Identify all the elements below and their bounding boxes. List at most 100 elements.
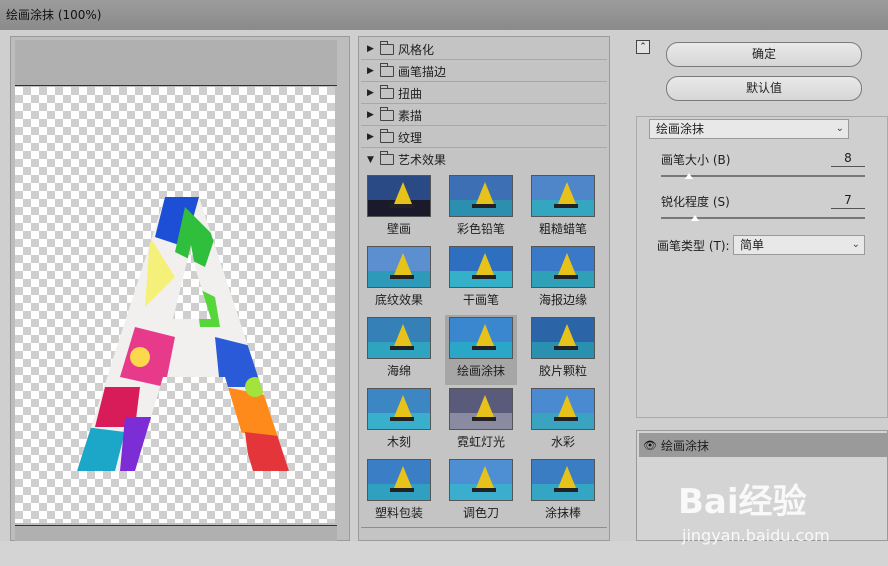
collapse-gallery-icon[interactable]: ⌃ — [636, 40, 650, 54]
filter-thumb[interactable]: 海报边缘 — [527, 244, 599, 314]
expand-triangle-icon: ▶ — [367, 110, 374, 120]
effect-layer-row[interactable]: 👁 绘画涂抹 — [639, 433, 887, 457]
category-label: 扭曲 — [398, 86, 423, 101]
folder-icon — [380, 62, 394, 77]
brush-size-value[interactable]: 8 — [831, 149, 865, 167]
folder-icon — [380, 84, 394, 99]
brush-size-slider-thumb[interactable] — [685, 173, 693, 179]
gallery-divider — [361, 527, 607, 528]
filter-preview-image — [367, 388, 431, 430]
letter-a-artwork — [77, 197, 289, 471]
effect-layer-label: 绘画涂抹 — [661, 438, 710, 453]
filter-options: 绘画涂抹 ⌄ 画笔大小 (B) 8 锐化程度 (S) 7 画笔类型 (T): 简… — [636, 116, 888, 418]
category-sketch[interactable]: ▶ 素描 — [361, 105, 607, 126]
category-distort[interactable]: ▶ 扭曲 — [361, 83, 607, 104]
sharpness-slider-thumb[interactable] — [691, 215, 699, 221]
filter-thumb[interactable]: 霓虹灯光 — [445, 386, 517, 456]
filter-thumb-label: 木刻 — [386, 435, 411, 449]
filter-thumb-label: 胶片颗粒 — [538, 364, 587, 378]
category-label: 纹理 — [398, 130, 423, 145]
filter-thumb[interactable]: 塑料包装 — [363, 457, 435, 527]
filter-select[interactable]: 绘画涂抹 ⌄ — [649, 119, 849, 139]
category-label: 素描 — [398, 108, 423, 123]
filter-thumb-label: 干画笔 — [462, 293, 499, 307]
filter-preview-image — [531, 246, 595, 288]
filter-gallery: ▶ 风格化 ▶ 画笔描边 ▶ 扭曲 ▶ 素描 ▶ 纹理 ▼ 艺术效果 壁画 彩色… — [358, 36, 610, 541]
collapse-triangle-icon: ▼ — [367, 154, 374, 165]
filter-thumb-label: 粗糙蜡笔 — [538, 222, 587, 236]
category-label: 艺术效果 — [398, 153, 447, 167]
default-button[interactable]: 默认值 — [666, 76, 862, 101]
filter-thumb[interactable]: 涂抹棒 — [527, 457, 599, 527]
filter-thumb[interactable]: 海绵 — [363, 315, 435, 385]
expand-triangle-icon: ▶ — [367, 44, 374, 54]
filter-preview-image — [531, 175, 595, 217]
category-label: 风格化 — [398, 42, 435, 57]
expand-triangle-icon: ▶ — [367, 66, 374, 76]
category-stylize[interactable]: ▶ 风格化 — [361, 39, 607, 60]
open-folder-icon — [380, 151, 394, 165]
sharpness-value[interactable]: 7 — [831, 191, 865, 209]
filter-preview-image — [449, 388, 513, 430]
filter-thumb-label: 海报边缘 — [538, 293, 587, 307]
filter-thumb[interactable]: 水彩 — [527, 386, 599, 456]
filter-thumb-label: 底纹效果 — [374, 293, 423, 307]
filter-thumb[interactable]: 底纹效果 — [363, 244, 435, 314]
filter-thumb[interactable]: 干画笔 — [445, 244, 517, 314]
filter-preview-image — [449, 246, 513, 288]
filter-thumb-label: 水彩 — [550, 435, 575, 449]
filter-thumb-label: 霓虹灯光 — [456, 435, 505, 449]
filter-select-value: 绘画涂抹 — [656, 122, 705, 136]
brush-type-label: 画笔类型 (T): — [657, 239, 730, 253]
filter-preview-image — [367, 246, 431, 288]
filter-preview-image — [531, 459, 595, 501]
filter-preview-image — [367, 175, 431, 217]
filter-preview-image — [449, 317, 513, 359]
filter-thumb[interactable]: 调色刀 — [445, 457, 517, 527]
folder-icon — [380, 128, 394, 143]
category-brush-strokes[interactable]: ▶ 画笔描边 — [361, 61, 607, 82]
filter-preview-image — [449, 459, 513, 501]
watermark-logo: Bai经验 — [678, 482, 807, 522]
filter-thumb-label: 涂抹棒 — [544, 506, 581, 520]
category-label: 画笔描边 — [398, 64, 447, 79]
folder-icon — [380, 106, 394, 121]
filter-thumb-label: 调色刀 — [462, 506, 499, 520]
filter-preview-image — [531, 317, 595, 359]
brush-type-select[interactable]: 简单 ⌄ — [733, 235, 865, 255]
filter-thumb-label: 塑料包装 — [374, 506, 423, 520]
filter-thumb-label: 绘画涂抹 — [456, 364, 505, 378]
filter-preview-image — [531, 388, 595, 430]
baidu-watermark: Bai经验 jingyan.baidu.com — [672, 470, 882, 566]
preview-panel — [10, 36, 350, 541]
brush-size-label: 画笔大小 (B) — [661, 153, 731, 167]
filter-preview-image — [367, 459, 431, 501]
brush-type-value: 简单 — [740, 238, 765, 252]
filter-preview-image — [449, 175, 513, 217]
filter-thumb-label: 彩色铅笔 — [456, 222, 505, 236]
category-artistic[interactable]: ▼ 艺术效果 — [361, 149, 607, 170]
preview-canvas[interactable] — [15, 87, 335, 523]
filter-thumb[interactable]: 壁画 — [363, 173, 435, 243]
expand-triangle-icon: ▶ — [367, 88, 374, 98]
filter-thumb[interactable]: 粗糙蜡笔 — [527, 173, 599, 243]
preview-bottom-band — [15, 525, 337, 541]
filter-gallery-dialog: ▶ 风格化 ▶ 画笔描边 ▶ 扭曲 ▶ 素描 ▶ 纹理 ▼ 艺术效果 壁画 彩色… — [0, 30, 888, 545]
filter-thumb[interactable]: 彩色铅笔 — [445, 173, 517, 243]
filter-thumb-label: 壁画 — [386, 222, 411, 236]
filter-thumb[interactable]: 绘画涂抹 — [445, 315, 517, 385]
chevron-down-icon: ⌄ — [851, 239, 860, 250]
sharpness-label: 锐化程度 (S) — [661, 195, 730, 209]
title-bar: 绘画涂抹 (100%) — [0, 0, 888, 30]
ok-button[interactable]: 确定 — [666, 42, 862, 67]
folder-icon — [380, 40, 394, 55]
watermark-url: jingyan.baidu.com — [682, 526, 830, 545]
filter-preview-image — [367, 317, 431, 359]
filter-thumbnails: 壁画 彩色铅笔 粗糙蜡笔底纹效果 干画笔 海报边缘海绵 绘画涂抹 胶片颗粒木刻 霓虹灯光 水彩塑… — [363, 173, 607, 523]
category-texture[interactable]: ▶ 纹理 — [361, 127, 607, 148]
preview-top-band — [15, 40, 337, 86]
window-title: 绘画涂抹 (100%) — [6, 8, 102, 22]
eye-icon[interactable]: 👁 — [639, 439, 661, 452]
filter-thumb[interactable]: 胶片颗粒 — [527, 315, 599, 385]
filter-thumb[interactable]: 木刻 — [363, 386, 435, 456]
